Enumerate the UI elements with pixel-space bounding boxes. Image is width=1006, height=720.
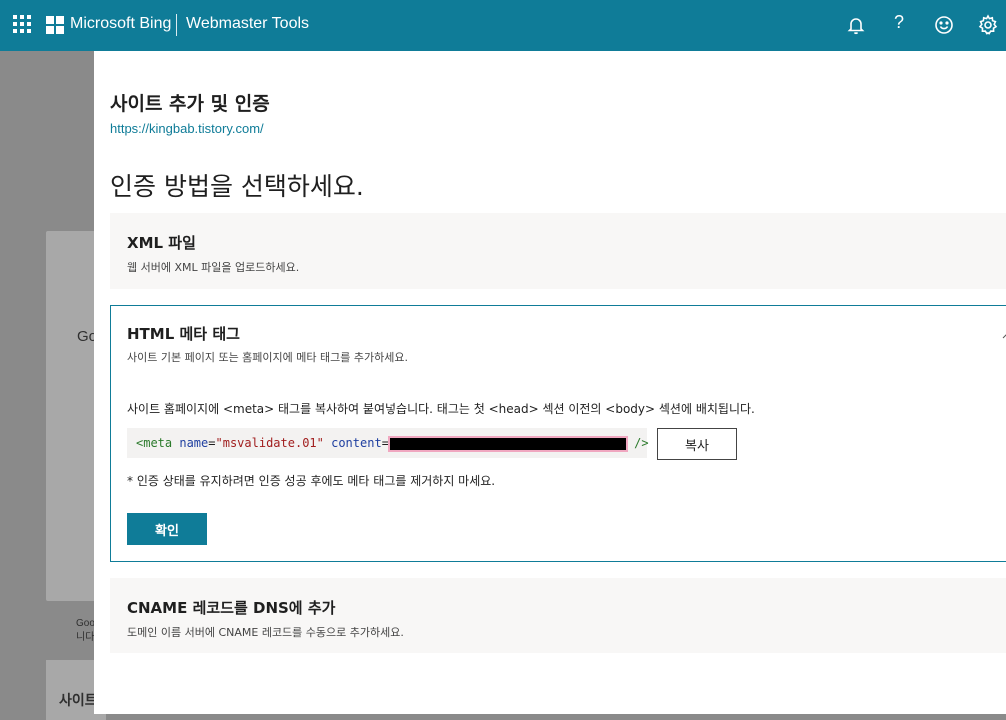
option-xml-file[interactable]: XML 파일 웹 서버에 XML 파일을 업로드하세요. <box>110 213 1006 289</box>
copy-button[interactable]: 복사 <box>657 428 737 460</box>
page-title: 사이트 추가 및 인증 <box>110 93 270 115</box>
background-section-label: 사이트 <box>59 693 98 709</box>
help-icon[interactable]: ? <box>894 12 904 33</box>
confirm-button[interactable]: 확인 <box>127 513 207 545</box>
gear-icon[interactable] <box>976 13 1000 37</box>
brand-name[interactable]: Microsoft Bing <box>70 15 171 33</box>
site-url-link[interactable]: https://kingbab.tistory.com/ <box>110 121 264 136</box>
bell-icon[interactable] <box>844 13 868 37</box>
option-description: 사이트 기본 페이지 또는 홈페이지에 메타 태그를 추가하세요. <box>127 351 408 364</box>
option-cname-record[interactable]: CNAME 레코드를 DNS에 추가 도메인 이름 서버에 CNAME 레코드를… <box>110 578 1006 653</box>
redacted-content-value <box>387 435 628 452</box>
microsoft-logo-icon <box>46 16 64 34</box>
add-verify-site-panel: 사이트 추가 및 인증 https://kingbab.tistory.com/… <box>94 51 1006 714</box>
meta-tag-code[interactable]: <meta name="msvalidate.01" content= /> <box>127 428 649 458</box>
chevron-up-icon[interactable] <box>1002 332 1006 340</box>
option-html-meta-tag[interactable]: HTML 메타 태그 사이트 기본 페이지 또는 홈페이지에 메타 태그를 추가… <box>110 305 1006 562</box>
top-bar: Microsoft Bing Webmaster Tools ? <box>0 0 1006 51</box>
option-title: CNAME 레코드를 DNS에 추가 <box>127 599 336 617</box>
option-description: 도메인 이름 서버에 CNAME 레코드를 수동으로 추가하세요. <box>127 626 404 639</box>
smiley-icon[interactable] <box>932 13 956 37</box>
option-title: HTML 메타 태그 <box>127 325 240 343</box>
background-caption: Goo 니다 <box>76 618 95 643</box>
option-description: 웹 서버에 XML 파일을 업로드하세요. <box>127 261 300 274</box>
meta-tag-instruction: 사이트 홈페이지에 <meta> 태그를 복사하여 붙여넣습니다. 태그는 첫 … <box>127 402 755 416</box>
verification-method-heading: 인증 방법을 선택하세요. <box>110 172 364 201</box>
brand-divider <box>176 14 177 36</box>
option-title: XML 파일 <box>127 234 196 252</box>
product-name[interactable]: Webmaster Tools <box>186 15 309 33</box>
meta-tag-note: * 인증 상태를 유지하려면 인증 성공 후에도 메타 태그를 제거하지 마세요… <box>127 474 496 488</box>
apps-grid-icon[interactable] <box>13 15 31 33</box>
